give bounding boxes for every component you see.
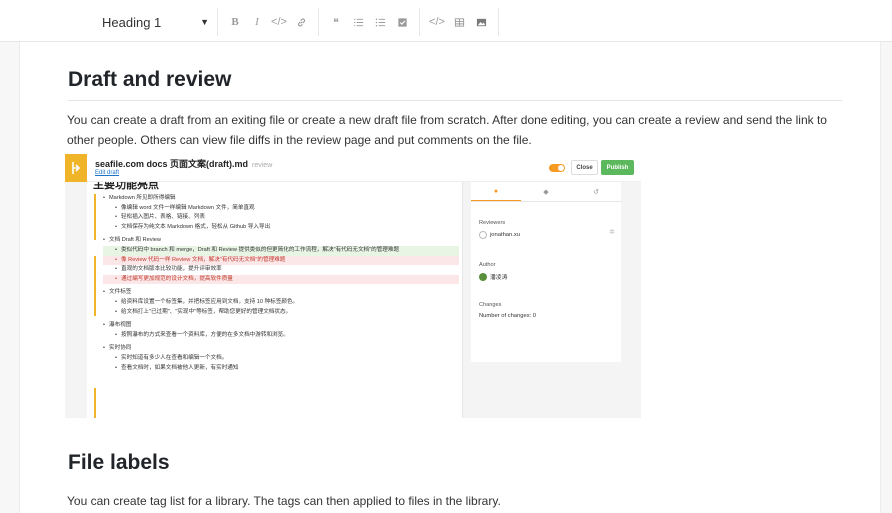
ordered-list-button[interactable] [347,11,369,33]
checkbox-icon [397,17,407,27]
heading-divider [68,100,842,101]
screenshot-edit-draft-link: Edit draft [95,170,120,176]
section-body-draft: You can create a draft from an exiting f… [67,113,827,147]
list-item: 文件标签 [103,288,459,298]
screenshot-close-button: Close [571,160,598,175]
screenshot-header: seafile.com docs 页面文案(draft).md review Ed… [65,154,641,182]
list-item: 给文档打上"已过期"、"实现中"等标签，帮助您更好的管理文档状态。 [103,308,459,318]
section-heading-labels: File labels [68,451,170,474]
changes-count: Number of changes: 0 [479,313,537,319]
history-tab-icon: ↺ [593,188,599,196]
reviewer-entry: jonathan.xu [479,231,520,239]
ordered-list-icon [353,18,363,26]
reviewers-label: Reviewers [479,220,506,226]
list-item: 轻松插入图片、表格、链接、列表 [103,213,459,223]
change-bar [94,194,96,240]
unordered-list-icon [375,18,385,26]
list-item: 文档保存为纯文本 Markdown 格式，轻松从 Github 导入导出 [103,223,459,233]
insert-group: </> [420,8,499,36]
link-button[interactable] [290,11,312,33]
change-bar [94,388,96,418]
italic-button[interactable]: I [246,11,268,33]
list-item: 像 Review 代码一样 Review 文档，解决"有代码无文档"的管理难题 [103,255,459,266]
list-item: 通过编写更加规范的设计文档，提高软件质量 [103,274,459,285]
screenshot-sidebar: ● ◆ ↺ Reviewers ✲ jonathan.xu Author 潘凌涛 [463,182,641,418]
list-item: Markdown 所见即所得编辑 [103,194,459,204]
list-item: 像编辑 word 文件一样编辑 Markdown 文件，简单直观 [103,204,459,214]
list-item: 实时知道有多少人在查看和编辑一个文档。 [103,354,459,364]
author-label: Author [479,262,496,268]
author-entry: 潘凌涛 [479,272,507,281]
reviewer-name: jonathan.xu [490,232,520,238]
document-page[interactable]: Draft and review You can create a draft … [19,42,881,513]
screenshot-body: 主要功能亮点 Markdown 所见即所得编辑像编辑 word 文件一样编辑 M… [65,182,641,418]
section-body-labels: You can create tag list for a library. T… [67,494,501,508]
toolbar-controls: Heading 1 ▼ B I </> ❝ </> [90,8,499,36]
screenshot-file-title: seafile.com docs 页面文案(draft).md review [95,157,272,170]
screenshot-list: Markdown 所见即所得编辑像编辑 word 文件一样编辑 Markdown… [103,194,459,373]
heading-select[interactable]: Heading 1 ▼ [90,8,218,36]
list-item: 文档 Draft 和 Review [103,236,459,246]
inline-code-button[interactable]: </> [268,11,290,33]
unordered-list-button[interactable] [369,11,391,33]
chevron-down-icon: ▼ [200,17,209,27]
editor-toolbar: Heading 1 ▼ B I </> ❝ </> [0,0,892,42]
screenshot-toggle [549,164,565,172]
list-item: 直观的文档版本比较功能，提升评审效率 [103,265,459,275]
review-panel: ● ◆ ↺ Reviewers ✲ jonathan.xu Author 潘凌涛 [471,182,621,362]
changes-label: Changes [479,302,502,308]
app-logo-icon [65,154,87,182]
format-group: B I </> [218,8,319,36]
table-icon [454,17,464,27]
screenshot-file-name: seafile.com docs 页面文案(draft).md [95,159,249,169]
section-heading-draft: Draft and review [68,68,232,91]
list-item: 查看文档时，如果文档被他人更新，有实时通知 [103,364,459,374]
screenshot-file-status: review [252,162,273,169]
quote-button[interactable]: ❝ [325,11,347,33]
image-icon [476,18,486,26]
embedded-screenshot: seafile.com docs 页面文案(draft).md review Ed… [65,154,641,418]
screenshot-doc-heading: 主要功能亮点 [93,182,159,191]
list-item: 按照瀑布的方式来查看一个资料库，方便的在多文档中游转和浏览。 [103,331,459,341]
block-group: ❝ [319,8,420,36]
screenshot-publish-button: Publish [601,160,634,175]
list-item: 实时协同 [103,344,459,354]
screenshot-document: 主要功能亮点 Markdown 所见即所得编辑像编辑 word 文件一样编辑 M… [87,182,463,418]
link-icon [297,17,305,27]
author-name: 潘凌涛 [490,275,508,281]
review-tabs: ● ◆ ↺ [471,182,621,202]
heading-select-label: Heading 1 [102,14,162,30]
list-item: 类似代码中 branch 和 merge，Draft 和 Review 提供类似… [103,245,459,256]
list-item: 瀑布视图 [103,321,459,331]
gear-icon: ✲ [609,229,615,236]
code-block-button[interactable]: </> [426,11,448,33]
change-bar [94,256,96,316]
avatar [479,231,487,239]
list-item: 给资料库设置一个标签集，并把标签应用到文档，支持 10 种标签颜色。 [103,298,459,308]
image-button[interactable] [470,11,492,33]
comments-tab-icon: ◆ [543,188,549,196]
avatar [479,272,487,281]
checklist-button[interactable] [391,11,413,33]
info-tab-icon: ● [471,182,521,201]
table-button[interactable] [448,11,470,33]
bold-button[interactable]: B [224,11,246,33]
